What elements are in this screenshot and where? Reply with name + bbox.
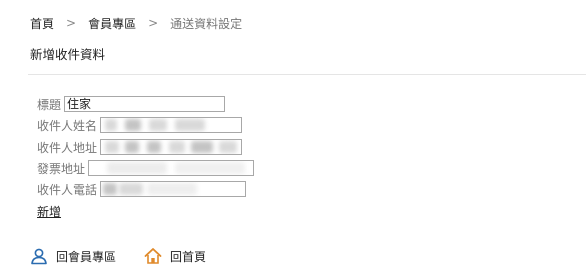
back-to-home-label: 回首頁 (170, 249, 207, 264)
recipient-name-input[interactable] (100, 117, 243, 133)
divider (28, 74, 586, 75)
title-input[interactable]: 住家 (64, 96, 226, 112)
recipient-address-label: 收件人地址 (37, 140, 98, 155)
recipient-name-label: 收件人姓名 (37, 118, 98, 133)
invoice-address-label: 發票地址 (37, 161, 86, 176)
back-to-home-link[interactable]: 回首頁 (144, 247, 206, 265)
breadcrumb-member-link[interactable]: 會員專區 (88, 15, 136, 32)
breadcrumb-separator: > (66, 16, 77, 30)
back-to-member-label: 回會員專區 (56, 249, 117, 264)
invoice-address-input[interactable] (88, 160, 255, 176)
invoice-address-row: 發票地址 (37, 160, 255, 176)
breadcrumb-separator: > (148, 16, 159, 30)
recipient-phone-input[interactable] (100, 181, 247, 197)
breadcrumb-current: 通送資料設定 (170, 16, 243, 31)
house-icon (144, 247, 162, 265)
back-to-member-link[interactable]: 回會員專區 (30, 247, 116, 265)
breadcrumb: 首頁 > 會員專區 > 通送資料設定 (30, 15, 242, 31)
recipient-address-row: 收件人地址 (37, 139, 243, 155)
recipient-name-row: 收件人姓名 (37, 117, 243, 133)
title-row: 標題 住家 (37, 96, 226, 112)
page-title: 新增收件資料 (30, 47, 106, 62)
recipient-phone-label: 收件人電話 (37, 182, 98, 197)
recipient-phone-row: 收件人電話 (37, 181, 247, 197)
recipient-address-input[interactable] (100, 139, 243, 155)
user-icon (30, 247, 48, 265)
add-link[interactable]: 新增 (37, 203, 61, 220)
title-label: 標題 (37, 97, 62, 112)
breadcrumb-home-link[interactable]: 首頁 (30, 15, 54, 32)
